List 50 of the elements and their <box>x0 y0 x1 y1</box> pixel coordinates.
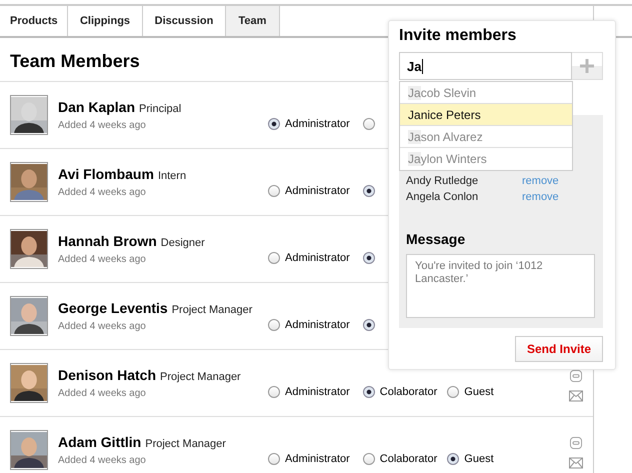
role-radio[interactable]: Administrator <box>268 318 350 330</box>
added-date: Added 4 weeks ago <box>58 454 147 466</box>
added-date: Added 4 weeks ago <box>58 320 147 332</box>
added-date: Added 4 weeks ago <box>58 186 147 198</box>
role-radio[interactable]: Administrator <box>268 184 350 196</box>
role-radio[interactable]: Colaborator <box>362 386 438 398</box>
role-radio[interactable] <box>362 118 375 130</box>
add-button[interactable] <box>572 52 603 80</box>
role-radio[interactable]: Administrator <box>268 252 350 264</box>
tab[interactable]: Clippings <box>68 6 143 36</box>
member-name: Hannah Brown <box>58 232 157 248</box>
mail-icon[interactable] <box>569 390 583 402</box>
invitee-name: Angela Conlon <box>406 190 480 205</box>
invitee-name: Andy Rutledge <box>406 174 480 189</box>
suggestion-item[interactable]: Janice Peters <box>400 104 572 126</box>
plus-icon <box>580 59 594 73</box>
role-radio[interactable]: Administrator <box>268 452 350 464</box>
tab[interactable]: Products <box>0 6 68 36</box>
minus-icon[interactable] <box>569 436 583 448</box>
added-date: Added 4 weeks ago <box>58 254 147 264</box>
member-title: Designer <box>160 236 205 248</box>
minus-icon[interactable] <box>569 370 583 382</box>
added-date: Added 4 weeks ago <box>58 120 147 130</box>
member-name: Avi Flombaum <box>58 166 154 182</box>
member-name: George Leventis <box>58 300 168 316</box>
role-radio[interactable]: Guest <box>447 452 494 464</box>
tab[interactable]: Team <box>226 6 280 36</box>
role-radio[interactable] <box>362 252 375 264</box>
role-radio[interactable]: Guest <box>447 386 494 398</box>
role-radio[interactable]: Administrator <box>268 386 350 398</box>
message-label: Message <box>406 231 466 247</box>
role-radio[interactable]: Administrator <box>268 118 350 130</box>
member-title: Project Manager <box>160 370 241 382</box>
suggestion-item[interactable]: Jason Alvarez <box>400 126 572 148</box>
role-radio[interactable]: Colaborator <box>362 452 438 464</box>
role-radio[interactable] <box>362 184 375 196</box>
role-radio[interactable] <box>362 318 375 330</box>
send-invite-button[interactable]: Send Invite <box>515 336 603 362</box>
search-field[interactable]: Ja <box>399 52 572 80</box>
member-name: Dan Kaplan <box>58 98 136 114</box>
member-title: Project Manager <box>172 304 252 316</box>
message-field[interactable]: You're invited to join ‘1012 Lancaster.’ <box>406 254 595 318</box>
suggestion-item[interactable]: Jaylon Winters <box>400 148 572 170</box>
member-title: Principal <box>139 102 182 114</box>
mail-icon[interactable] <box>569 456 583 468</box>
added-date: Added 4 weeks ago <box>58 388 147 398</box>
member-title: Intern <box>158 170 186 182</box>
member-name: Denison Hatch <box>58 366 156 382</box>
member-name: Adam Gittlin <box>58 434 142 450</box>
member-title: Project Manager <box>145 438 226 450</box>
